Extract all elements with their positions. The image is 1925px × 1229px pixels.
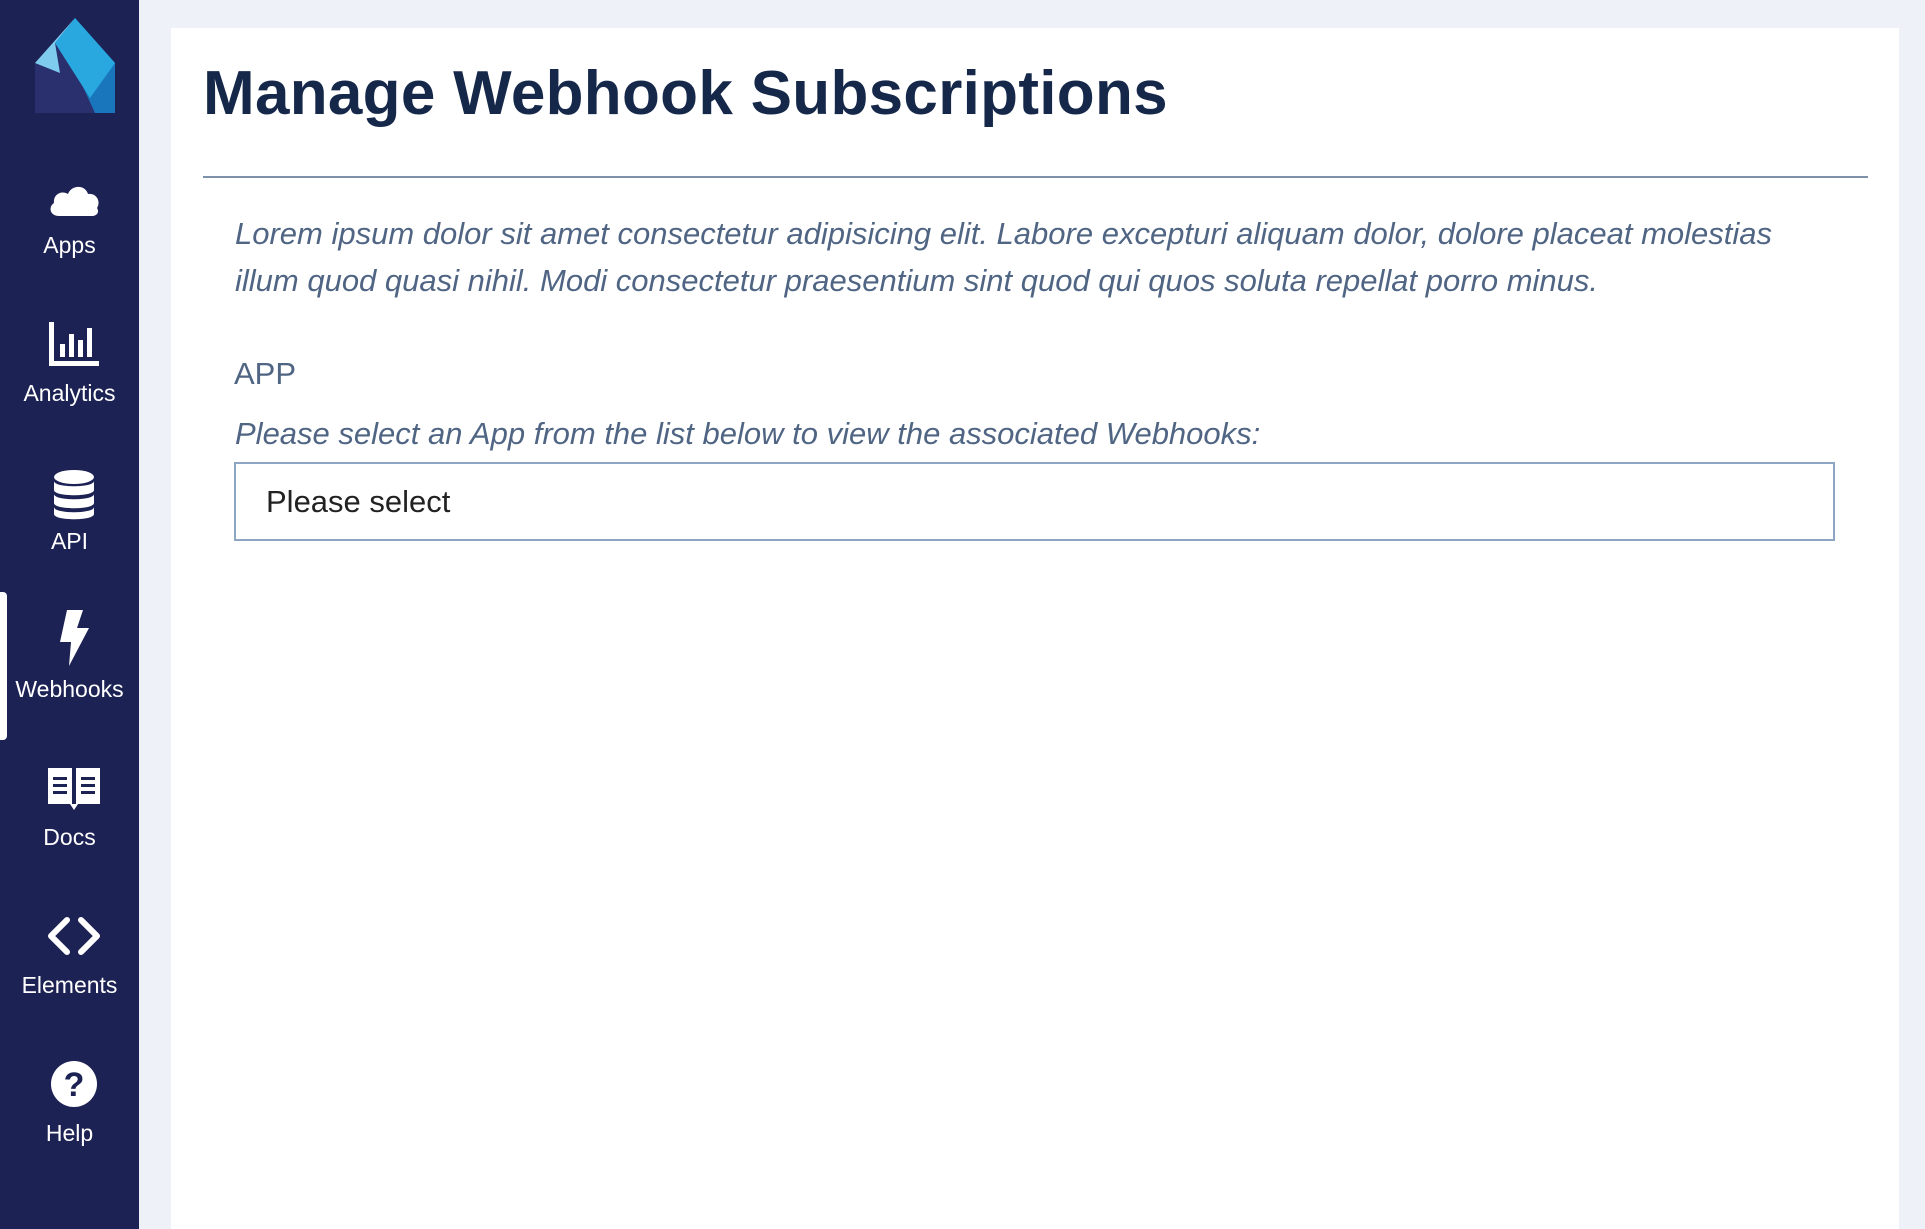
- sidebar-item-label: Webhooks: [15, 676, 124, 702]
- lightning-icon: [60, 610, 89, 666]
- bar-chart-icon: [49, 322, 99, 366]
- svg-text:?: ?: [64, 1066, 85, 1104]
- logo-icon: [35, 18, 115, 113]
- sidebar-item-elements[interactable]: Elements: [0, 912, 139, 1060]
- book-icon: [48, 768, 100, 810]
- sidebar-item-label: Docs: [43, 824, 96, 850]
- app-field-label: APP: [234, 356, 297, 391]
- sidebar-item-label: Analytics: [23, 380, 116, 406]
- page-title: Manage Webhook Subscriptions: [203, 59, 1168, 128]
- sidebar-item-analytics[interactable]: Analytics: [0, 320, 139, 468]
- sidebar-item-docs[interactable]: Docs: [0, 764, 139, 912]
- cloud-icon: [50, 186, 99, 216]
- app-select-value: Please select: [266, 484, 451, 519]
- sidebar-item-label: Help: [45, 1120, 94, 1146]
- app-logo[interactable]: [35, 18, 115, 113]
- sidebar-item-label: API: [50, 528, 89, 554]
- intro-text: Lorem ipsum dolor sit amet consectetur a…: [235, 216, 1773, 298]
- main-panel: Manage Webhook Subscriptions Lorem ipsum…: [171, 28, 1899, 1229]
- sidebar: Apps Analytics API Webhooks Docs Element…: [0, 0, 139, 1229]
- app-field-help: Please select an App from the list below…: [235, 416, 1261, 451]
- title-divider: [203, 176, 1868, 178]
- sidebar-item-webhooks[interactable]: Webhooks: [0, 592, 139, 740]
- app-select[interactable]: Please select: [234, 462, 1835, 541]
- sidebar-item-help[interactable]: ? Help: [0, 1060, 139, 1208]
- sidebar-item-label: Apps: [43, 232, 96, 258]
- question-icon: ?: [51, 1061, 97, 1107]
- database-icon: [54, 470, 94, 520]
- code-icon: [48, 917, 100, 955]
- sidebar-item-apps[interactable]: Apps: [0, 172, 139, 320]
- sidebar-item-label: Elements: [21, 972, 118, 998]
